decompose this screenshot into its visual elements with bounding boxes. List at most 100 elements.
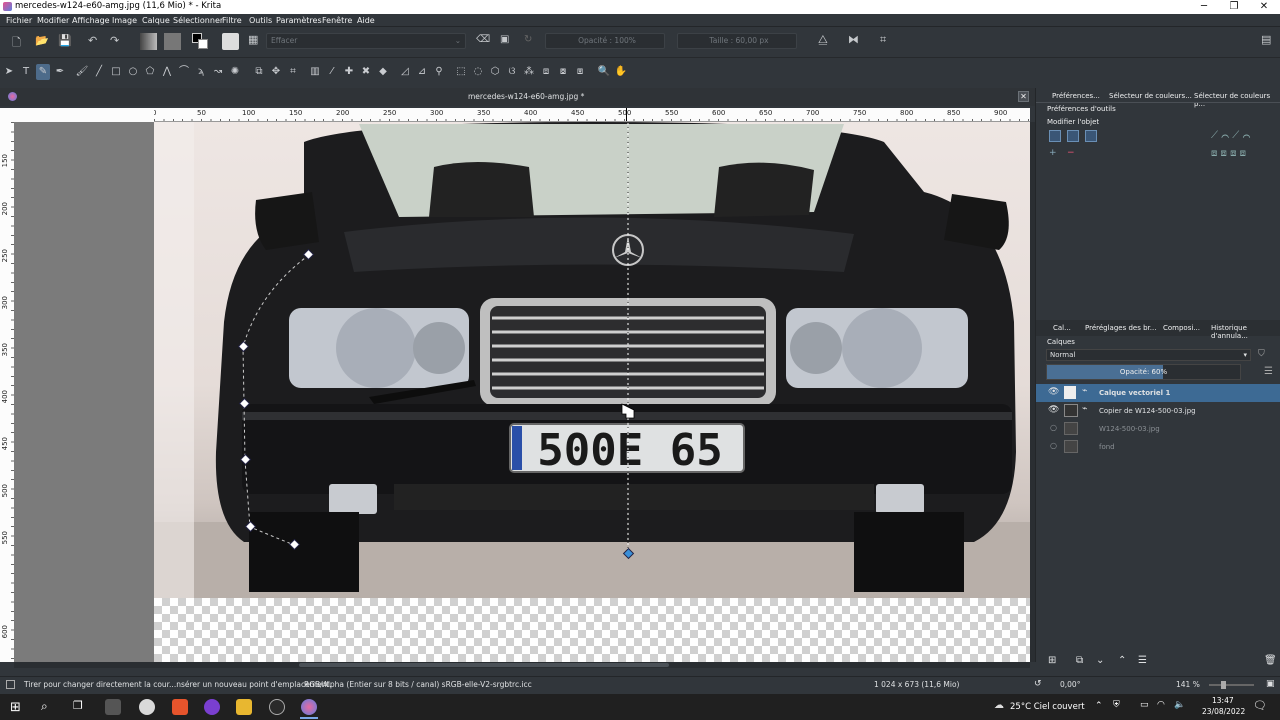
segment-line-icon[interactable]: ⟋ ⌒ ⟋ ⌒ <box>1211 130 1250 141</box>
rotate-icon[interactable]: ↺ <box>1034 679 1042 689</box>
volume-icon[interactable]: 🔈 <box>1174 700 1185 710</box>
network-icon[interactable]: ▭ <box>1140 700 1149 710</box>
layer-blend-select[interactable]: Normal ▾ <box>1046 349 1251 361</box>
add-point-icon[interactable]: + <box>1049 148 1061 160</box>
freehand-path-tool-icon[interactable]: ϡ <box>194 64 208 80</box>
magnetic-selection-icon[interactable]: ⧆ <box>573 64 587 80</box>
cloud-app-icon[interactable] <box>139 699 155 715</box>
line-tool-icon[interactable]: ╱ <box>92 64 106 80</box>
weather-icon[interactable]: ☁ <box>994 700 1004 711</box>
edit-shapes-tool-icon[interactable]: ✎ <box>36 64 50 80</box>
save-icon[interactable]: 💾 <box>58 34 72 47</box>
task-view-icon[interactable]: ❐ <box>73 699 83 712</box>
ellipse-selection-tool-icon[interactable]: ◌ <box>471 64 485 80</box>
zoom-tool-icon[interactable]: 🔍 <box>597 64 611 80</box>
multibrush-tool-icon[interactable]: ✺ <box>228 64 242 80</box>
wifi-icon[interactable]: ◠ <box>1157 700 1165 710</box>
security-icon[interactable]: ⛨ <box>1113 700 1120 710</box>
layer-opacity-slider[interactable]: Opacité: 60% <box>1046 364 1241 380</box>
bezier-tool-icon[interactable]: ⌒ <box>177 64 191 80</box>
measure-tool-icon[interactable]: ◿ <box>398 64 412 80</box>
close-window-button[interactable]: ✕ <box>1249 0 1279 14</box>
pattern-swatch[interactable] <box>164 33 181 50</box>
menu-modifier[interactable]: Modifier <box>37 16 69 25</box>
gradient-tool-icon[interactable]: ▥ <box>308 64 322 80</box>
eye-icon[interactable]: 👁 <box>1048 387 1059 397</box>
tab-compositions[interactable]: Composi... <box>1163 324 1200 332</box>
text-tool-icon[interactable]: T <box>19 64 33 80</box>
fg-bg-color-icon[interactable] <box>192 33 208 49</box>
gradient-preset-swatch[interactable] <box>140 33 157 50</box>
brave-browser-icon[interactable] <box>172 699 188 715</box>
zoom-slider[interactable] <box>1209 681 1254 689</box>
calligraphy-tool-icon[interactable]: ✒ <box>53 64 67 80</box>
polygon-tool-icon[interactable]: ⬠ <box>143 64 157 80</box>
eraser-mode-icon[interactable]: ⌫ <box>476 34 490 45</box>
tray-overflow-icon[interactable]: ⌃ <box>1095 701 1103 711</box>
opacity-slider[interactable]: Opacité : 100% <box>545 33 665 49</box>
layer-row[interactable]: 👁 ⌁ Copier de W124-500-03.jpg <box>1036 402 1280 420</box>
scrollbar-thumb[interactable] <box>299 663 669 667</box>
close-document-icon[interactable]: ✕ <box>1018 91 1029 102</box>
move-down-icon[interactable]: ⌄ <box>1096 655 1104 666</box>
notifications-icon[interactable]: 🗨 <box>1253 699 1267 712</box>
menu-filtre[interactable]: Filtre <box>222 16 242 25</box>
clock-date[interactable]: 23/08/2022 <box>1202 707 1245 716</box>
menu-fenetre[interactable]: Fenêtre <box>322 16 352 25</box>
color-picker-tool-icon[interactable]: ⁄ <box>325 64 339 80</box>
colorize-mask-tool-icon[interactable]: ✖ <box>359 64 373 80</box>
open-folder-icon[interactable]: 📂 <box>35 34 49 47</box>
weather-text[interactable]: 25°C Ciel couvert <box>1010 702 1085 712</box>
status-rotation[interactable]: 0,00° <box>1060 680 1080 689</box>
obs-app-icon[interactable] <box>269 699 285 715</box>
reload-preset-icon[interactable]: ↻ <box>524 34 532 45</box>
minimize-button[interactable]: ─ <box>1189 0 1219 14</box>
move-tool-icon[interactable]: ✥ <box>269 64 283 80</box>
edit-path-icon[interactable] <box>1049 130 1061 142</box>
layer-name[interactable]: Calque vectoriel 1 <box>1099 389 1170 397</box>
layer-name[interactable]: Copier de W124-500-03.jpg <box>1099 407 1196 415</box>
krita-taskbar-icon[interactable] <box>301 699 317 715</box>
menu-outils[interactable]: Outils <box>249 16 272 25</box>
preserve-alpha-icon[interactable]: ▣ <box>500 34 509 45</box>
rect-selection-tool-icon[interactable]: ⬚ <box>454 64 468 80</box>
tab-preferences[interactable]: Préférences... <box>1052 92 1100 100</box>
menu-aide[interactable]: Aide <box>357 16 375 25</box>
transform-tool-icon[interactable]: ⧉ <box>252 64 266 80</box>
dynamic-brush-tool-icon[interactable]: ↝ <box>211 64 225 80</box>
delete-layer-icon[interactable]: 🗑 <box>1264 655 1277 666</box>
menu-affichage[interactable]: Affichage <box>72 16 110 25</box>
shape-handles[interactable] <box>237 248 635 560</box>
layer-row[interactable]: ○ W124-500-03.jpg <box>1036 420 1280 438</box>
edit-path-icon[interactable] <box>1067 130 1079 142</box>
polygon-selection-tool-icon[interactable]: ⬡ <box>488 64 502 80</box>
bezier-selection-icon[interactable]: ⧇ <box>556 64 570 80</box>
tab-color-selector[interactable]: Sélecteur de couleurs... <box>1109 92 1192 100</box>
mirror-vertical-icon[interactable]: ⧓ <box>848 33 859 46</box>
mirror-horizontal-icon[interactable]: ⧋ <box>818 33 828 47</box>
brush-preset-icon[interactable] <box>222 33 239 50</box>
size-slider[interactable]: Taille : 60,00 px <box>677 33 797 49</box>
layer-properties-icon[interactable]: ☰ <box>1138 655 1147 666</box>
menu-calque[interactable]: Calque <box>142 16 170 25</box>
remove-point-icon[interactable]: − <box>1067 148 1079 160</box>
windows-start-icon[interactable]: ⊞ <box>10 700 21 715</box>
terminal-app-icon[interactable] <box>105 699 121 715</box>
status-zoom[interactable]: 141 % <box>1176 680 1200 689</box>
magic-wand-tool-icon[interactable]: ⁂ <box>522 64 536 80</box>
duplicate-layer-icon[interactable]: ⧉ <box>1076 655 1083 666</box>
assistant-tool-icon[interactable]: ⊿ <box>415 64 429 80</box>
tab-brush-presets[interactable]: Préréglages des br... <box>1085 324 1156 332</box>
status-colorspace[interactable]: RGB/Alpha (Entier sur 8 bits / canal) sR… <box>304 680 532 689</box>
undo-icon[interactable]: ↶ <box>88 34 97 47</box>
tab-layers[interactable]: Cal... <box>1053 324 1071 332</box>
move-up-icon[interactable]: ⌃ <box>1118 655 1126 666</box>
vector-shape-overlay[interactable] <box>14 122 1030 662</box>
smart-patch-tool-icon[interactable]: ✚ <box>342 64 356 80</box>
add-layer-icon[interactable]: ⊞ <box>1048 655 1056 666</box>
layer-row[interactable]: 👁 ⌁ Calque vectoriel 1 <box>1036 384 1280 402</box>
node-type-icons[interactable]: ⧈ ⧈ ⧈ ⧈ <box>1211 148 1246 159</box>
media-app-icon[interactable] <box>204 699 220 715</box>
menu-fichier[interactable]: Fichier <box>6 16 32 25</box>
crop-tool-icon[interactable]: ⌗ <box>286 64 300 80</box>
